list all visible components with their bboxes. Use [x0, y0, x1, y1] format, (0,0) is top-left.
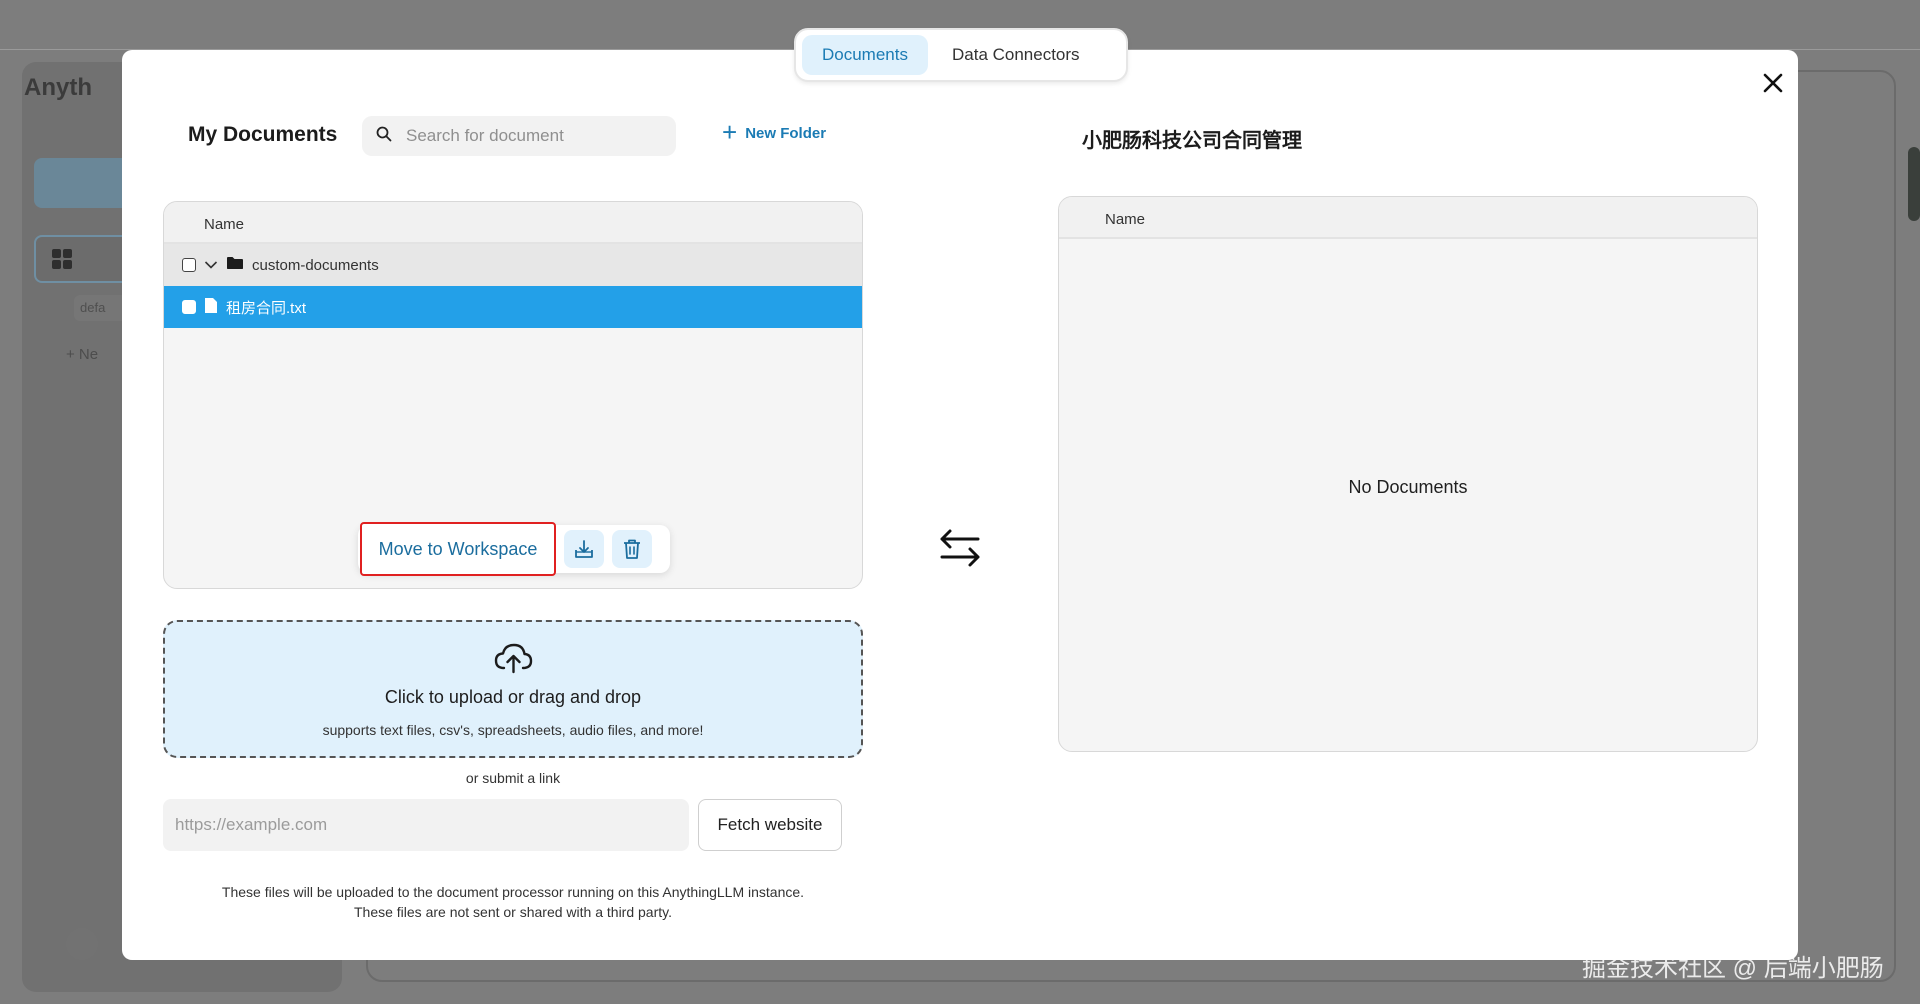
upload-title: Click to upload or drag and drop [384, 687, 642, 707]
my-documents-title: My Documents [188, 123, 338, 146]
background-app-logo: Anyth [24, 74, 92, 101]
workspace-documents-list: Name No Documents [1058, 196, 1758, 752]
swap-arrows-icon [938, 526, 982, 575]
file-icon [204, 297, 218, 318]
tab-data-connectors[interactable]: Data Connectors [932, 35, 1100, 75]
document-search[interactable] [362, 116, 676, 156]
close-icon[interactable] [1758, 68, 1788, 98]
disclaimer-line-2: These files are not sent or shared with … [353, 904, 672, 920]
column-header-name: Name [164, 202, 862, 244]
disclaimer-line-1: These files will be uploaded to the docu… [221, 884, 805, 900]
search-input[interactable] [406, 126, 646, 146]
upload-dropzone[interactable]: Click to upload or drag and drop support… [163, 620, 863, 758]
file-name: 租房合同.txt [226, 299, 307, 317]
url-input[interactable] [163, 799, 689, 851]
background-new-thread: + Ne [66, 346, 99, 363]
trash-icon[interactable] [612, 530, 652, 568]
new-folder-button[interactable]: + New Folder [722, 117, 826, 147]
move-to-workspace-button[interactable]: Move to Workspace [360, 522, 556, 576]
workspace-title: 小肥肠科技公司合同管理 [1082, 130, 1302, 152]
background-grid-icon [52, 249, 72, 269]
cloud-upload-icon [165, 642, 861, 679]
chevron-down-icon[interactable] [204, 257, 218, 274]
folder-checkbox[interactable] [182, 258, 196, 272]
folder-name: custom-documents [252, 256, 379, 274]
background-settings-icon [66, 928, 98, 960]
plus-icon: + [722, 117, 738, 147]
folder-icon [226, 256, 244, 274]
fetch-website-button[interactable]: Fetch website [698, 799, 842, 851]
modal-tabs: Documents Data Connectors [794, 28, 1128, 82]
search-icon [376, 126, 392, 147]
file-checkbox[interactable] [182, 300, 196, 314]
or-submit-link-label: or submit a link [465, 770, 561, 786]
save-to-device-icon[interactable] [564, 530, 604, 568]
background-scrollbar [1908, 147, 1920, 221]
watermark: 掘金技术社区 @ 后端小肥肠 [1582, 955, 1884, 982]
selection-action-bar: Move to Workspace [358, 522, 670, 576]
tab-documents[interactable]: Documents [802, 35, 928, 75]
file-row-selected[interactable]: 租房合同.txt [164, 286, 862, 328]
no-documents-message: No Documents [1348, 477, 1468, 497]
folder-row[interactable]: custom-documents [164, 244, 862, 286]
upload-disclaimer: These files will be uploaded to the docu… [163, 882, 863, 922]
workspace-column-header-name: Name [1059, 197, 1757, 239]
upload-subtitle: supports text files, csv's, spreadsheets… [322, 722, 704, 738]
